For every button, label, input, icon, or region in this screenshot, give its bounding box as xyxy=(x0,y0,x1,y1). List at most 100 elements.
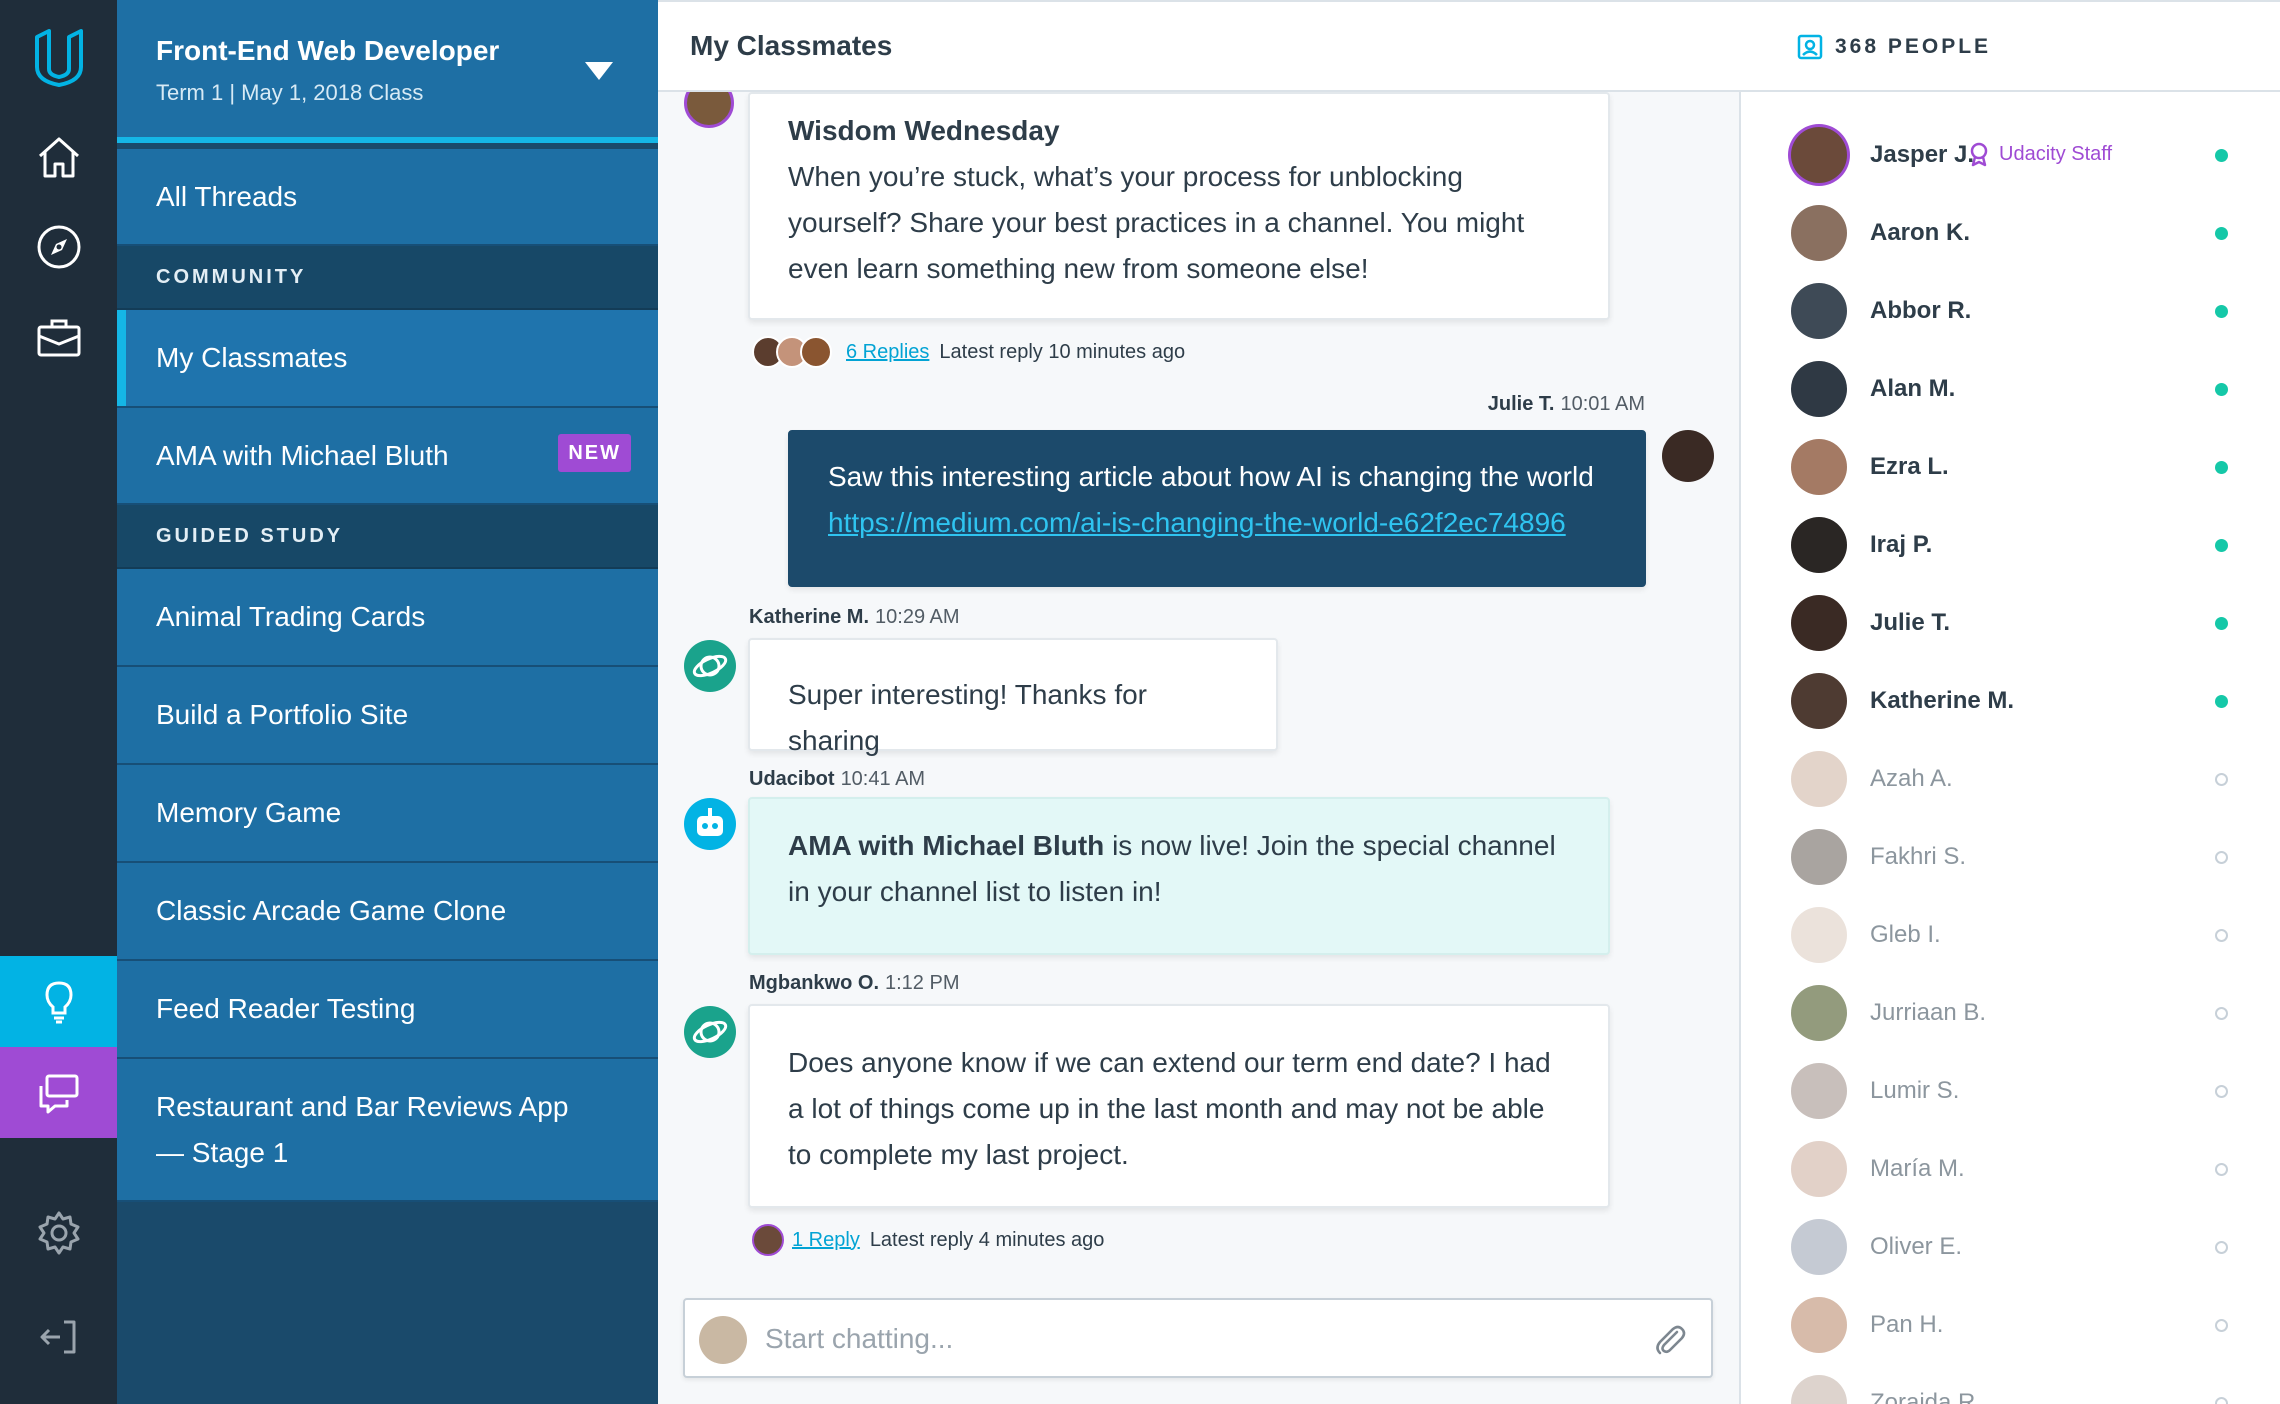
people-list-item[interactable]: Ezra L. xyxy=(1741,429,2280,507)
sidebar-item-label: All Threads xyxy=(156,180,298,212)
sidebar-item-animal-trading-cards[interactable]: Animal Trading Cards xyxy=(117,569,658,667)
chat-icon[interactable] xyxy=(0,1047,117,1138)
offline-status-dot xyxy=(2215,1085,2228,1098)
message-author: Udacibot xyxy=(749,768,835,790)
people-list-item[interactable]: Jurriaan B. xyxy=(1741,975,2280,1053)
avatar[interactable] xyxy=(1791,1375,1847,1404)
sidebar-item-ama[interactable]: AMA with Michael Bluth NEW xyxy=(117,408,658,505)
message-title: Wisdom Wednesday xyxy=(788,115,1060,146)
avatar[interactable] xyxy=(1662,430,1714,482)
people-list-item[interactable]: Zoraida R. xyxy=(1741,1365,2280,1404)
avatar[interactable] xyxy=(1791,361,1847,417)
avatar xyxy=(699,1316,747,1364)
people-list-item[interactable]: Oliver E. xyxy=(1741,1209,2280,1287)
avatar[interactable] xyxy=(1791,1219,1847,1275)
avatar[interactable] xyxy=(1791,439,1847,495)
sidebar-item-arcade-game[interactable]: Classic Arcade Game Clone xyxy=(117,863,658,961)
people-list-item[interactable]: Azah A. xyxy=(1741,741,2280,819)
sidebar-item-label-line1: Restaurant and Bar Reviews App xyxy=(156,1090,569,1122)
person-name: Oliver E. xyxy=(1870,1233,1963,1260)
people-header: 368 PEOPLE xyxy=(1741,0,2280,92)
chat-input[interactable] xyxy=(765,1314,1625,1364)
person-name: Aaron K. xyxy=(1870,219,1971,246)
planet-icon[interactable] xyxy=(684,640,736,692)
online-status-dot xyxy=(2215,617,2228,630)
people-panel: 368 PEOPLE Jasper J. Udacity Staff Aaron K… xyxy=(1741,0,2280,1404)
udacity-logo-icon[interactable] xyxy=(0,12,117,102)
avatar[interactable] xyxy=(1791,1063,1847,1119)
message-meta: Julie T. 10:01 AM xyxy=(1488,393,1645,416)
staff-label: Udacity Staff xyxy=(1999,142,2113,165)
avatar[interactable] xyxy=(1791,829,1847,885)
replies-link[interactable]: 1 Reply xyxy=(792,1229,860,1252)
person-name: Pan H. xyxy=(1870,1311,1944,1338)
gear-icon[interactable] xyxy=(0,1188,117,1278)
sidebar-item-label: Restaurant and Bar Reviews App — Stage 1 xyxy=(156,1084,568,1176)
people-list-item[interactable]: Katherine M. xyxy=(1741,663,2280,741)
sidebar-item-memory-game[interactable]: Memory Game xyxy=(117,765,658,863)
lightbulb-icon[interactable] xyxy=(0,956,117,1047)
people-list-item[interactable]: Abbor R. xyxy=(1741,273,2280,351)
briefcase-icon[interactable] xyxy=(0,292,117,382)
online-status-dot xyxy=(2215,227,2228,240)
course-title: Front-End Web Developer xyxy=(156,35,500,66)
avatar[interactable] xyxy=(1791,1297,1847,1353)
sidebar-item-my-classmates[interactable]: My Classmates xyxy=(117,310,658,408)
logout-icon[interactable] xyxy=(0,1292,117,1382)
message-link[interactable]: https://medium.com/ai-is-changing-the-wo… xyxy=(828,500,1606,546)
avatar[interactable] xyxy=(1791,907,1847,963)
person-name: Ezra L. xyxy=(1870,453,1949,480)
guided-study-heading: GUIDED STUDY xyxy=(117,505,658,569)
person-name: Jurriaan B. xyxy=(1870,999,1987,1026)
planet-icon[interactable] xyxy=(684,1006,736,1058)
message-body-bold[interactable]: AMA with Michael Bluth xyxy=(788,830,1104,861)
paperclip-icon[interactable] xyxy=(1651,1320,1689,1358)
people-list-item[interactable]: Aaron K. xyxy=(1741,195,2280,273)
robot-icon[interactable] xyxy=(684,798,736,850)
sidebar-item-portfolio-site[interactable]: Build a Portfolio Site xyxy=(117,667,658,765)
message-body: Saw this interesting article about how A… xyxy=(828,461,1594,492)
message-card: Super interesting! Thanks for sharing xyxy=(748,638,1278,756)
sidebar-item-label: Build a Portfolio Site xyxy=(156,699,409,730)
sidebar-item-all-threads[interactable]: All Threads xyxy=(117,149,658,246)
message-meta: Mgbankwo O. 1:12 PM xyxy=(749,972,959,995)
chevron-down-icon[interactable] xyxy=(585,62,613,80)
sidebar-item-restaurant-app[interactable]: Restaurant and Bar Reviews App — Stage 1 xyxy=(117,1059,658,1202)
people-list-item[interactable]: Julie T. xyxy=(1741,585,2280,663)
people-list-item[interactable]: Lumir S. xyxy=(1741,1053,2280,1131)
avatar[interactable] xyxy=(1791,205,1847,261)
page-title: My Classmates xyxy=(690,30,893,61)
home-icon[interactable] xyxy=(0,112,117,202)
compass-icon[interactable] xyxy=(0,202,117,292)
people-list-item[interactable]: María M. xyxy=(1741,1131,2280,1209)
avatar[interactable] xyxy=(1791,1141,1847,1197)
person-name: María M. xyxy=(1870,1155,1965,1182)
latest-reply-text: Latest reply 4 minutes ago xyxy=(869,1228,1105,1251)
avatar[interactable] xyxy=(1791,595,1847,651)
people-list-item[interactable]: Gleb I. xyxy=(1741,897,2280,975)
message-author: Katherine M. xyxy=(749,606,870,628)
avatar[interactable] xyxy=(1791,985,1847,1041)
offline-status-dot xyxy=(2215,1397,2228,1404)
message-time: 10:01 AM xyxy=(1560,393,1645,415)
course-selector[interactable]: Front-End Web Developer Term 1 | May 1, … xyxy=(117,0,658,143)
sidebar-item-feed-reader[interactable]: Feed Reader Testing xyxy=(117,961,658,1059)
message-meta: Katherine M. 10:29 AM xyxy=(749,606,960,629)
online-status-dot xyxy=(2215,149,2228,162)
avatar[interactable] xyxy=(1791,283,1847,339)
offline-status-dot xyxy=(2215,1319,2228,1332)
people-list-item[interactable]: Fakhri S. xyxy=(1741,819,2280,897)
person-name: Katherine M. xyxy=(1870,687,2015,714)
avatar[interactable] xyxy=(1791,673,1847,729)
people-list-item[interactable]: Iraj P. xyxy=(1741,507,2280,585)
chat-header: My Classmates xyxy=(658,0,1741,92)
online-status-dot xyxy=(2215,539,2228,552)
people-list-item[interactable]: Alan M. xyxy=(1741,351,2280,429)
avatar[interactable] xyxy=(1791,127,1847,183)
replies-link[interactable]: 6 Replies xyxy=(846,341,929,364)
people-list-item[interactable]: Jasper J. Udacity Staff xyxy=(1741,117,2280,195)
people-list-item[interactable]: Pan H. xyxy=(1741,1287,2280,1365)
sidebar-item-label: AMA with Michael Bluth xyxy=(156,439,449,471)
avatar[interactable] xyxy=(1791,517,1847,573)
avatar[interactable] xyxy=(1791,751,1847,807)
